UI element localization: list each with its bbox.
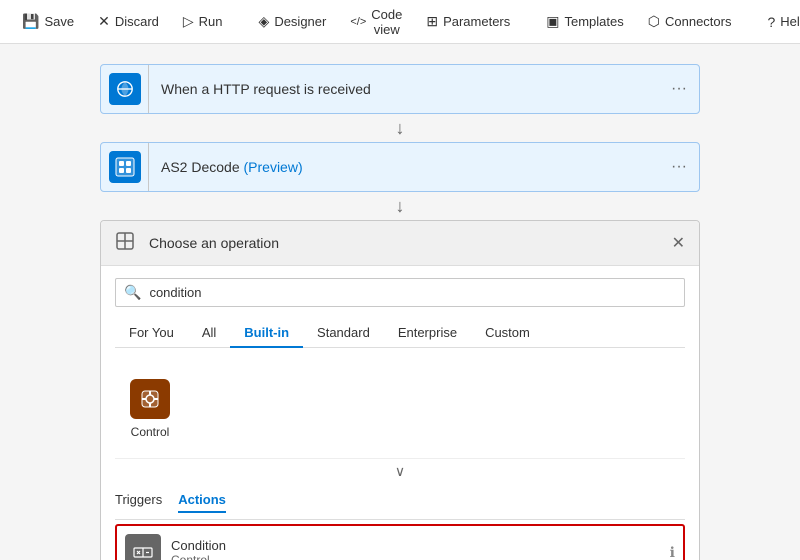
expand-row[interactable]: ∨ [115,458,685,484]
save-button[interactable]: 💾 Save [12,8,84,35]
as2-label: AS2 Decode (Preview) [149,159,659,175]
help-button[interactable]: ? Help [757,9,800,35]
control-card[interactable]: Control [115,368,185,450]
control-cards: Control [115,360,685,458]
arrow-1: ↓ [388,116,412,140]
as2-icon [109,151,141,183]
discard-icon: ✕ [98,13,110,30]
canvas: When a HTTP request is received ··· ↓ [0,44,800,560]
toolbar: 💾 Save ✕ Discard ▷ Run ◈ Designer </> Co… [0,0,800,44]
search-box: 🔍 [115,278,685,307]
section-tabs: Triggers Actions [115,484,685,520]
as2-icon-area [101,143,149,191]
filter-tabs: For You All Built-in Standard Enterprise… [115,319,685,348]
arrow-2: ↓ [388,194,412,218]
condition-info-icon[interactable]: ℹ [670,544,675,560]
connectors-icon: ⬡ [648,13,660,30]
condition-sub: Control [171,553,670,560]
tab-builtin[interactable]: Built-in [230,319,303,348]
choose-header-icon [115,231,139,255]
action-list: Condition Control ℹ [115,520,685,560]
http-more-button[interactable]: ··· [659,65,699,113]
tab-enterprise[interactable]: Enterprise [384,319,471,348]
save-icon: 💾 [22,13,39,30]
parameters-button[interactable]: ⊞ Parameters [416,8,520,35]
designer-icon: ◈ [259,13,270,30]
choose-header: Choose an operation ✕ [101,221,699,266]
search-icon: 🔍 [124,284,141,301]
codeview-icon: </> [350,16,366,28]
condition-name: Condition [171,538,670,553]
choose-panel-close-button[interactable]: ✕ [672,233,685,253]
search-input[interactable] [149,285,676,300]
help-icon: ? [767,14,775,30]
discard-button[interactable]: ✕ Discard [88,8,169,35]
http-icon-area [101,65,149,113]
control-card-label: Control [131,425,170,439]
as2-step[interactable]: AS2 Decode (Preview) ··· [100,142,700,192]
run-icon: ▷ [183,13,194,30]
tab-triggers[interactable]: Triggers [115,492,162,513]
action-item-condition[interactable]: Condition Control ℹ [115,524,685,560]
control-card-icon [130,379,170,419]
tab-foryou[interactable]: For You [115,319,188,348]
workflow: When a HTTP request is received ··· ↓ [0,44,800,560]
templates-icon: ▣ [546,13,559,30]
codeview-button[interactable]: </> Code view [340,2,412,42]
tab-actions[interactable]: Actions [178,492,226,513]
choose-body: 🔍 For You All Built-in Standard Enterpri… [101,266,699,560]
http-icon [109,73,141,105]
run-button[interactable]: ▷ Run [173,8,233,35]
as2-more-button[interactable]: ··· [659,143,699,191]
parameters-icon: ⊞ [426,13,438,30]
tab-custom[interactable]: Custom [471,319,544,348]
connectors-button[interactable]: ⬡ Connectors [638,8,742,35]
choose-panel-title: Choose an operation [149,235,672,251]
tab-all[interactable]: All [188,319,230,348]
condition-icon [125,534,161,560]
http-step[interactable]: When a HTTP request is received ··· [100,64,700,114]
tab-standard[interactable]: Standard [303,319,384,348]
http-label: When a HTTP request is received [149,81,659,97]
condition-info: Condition Control [171,538,670,560]
choose-panel: Choose an operation ✕ 🔍 For You All Buil… [100,220,700,560]
templates-button[interactable]: ▣ Templates [536,8,633,35]
designer-button[interactable]: ◈ Designer [249,8,337,35]
